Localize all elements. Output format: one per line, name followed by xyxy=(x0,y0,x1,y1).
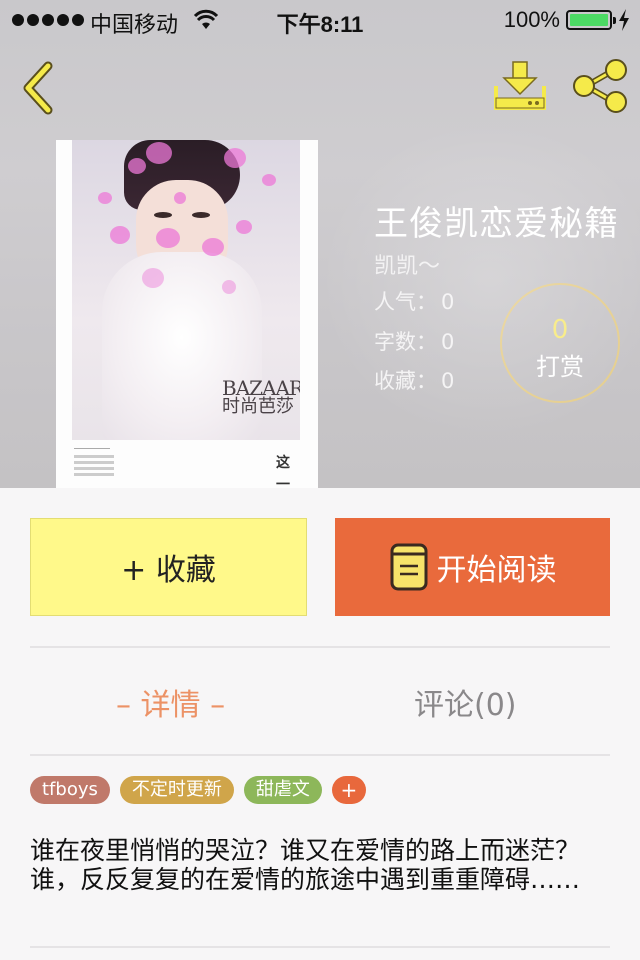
tag-tfboys[interactable]: tfboys xyxy=(30,776,110,804)
share-button[interactable] xyxy=(570,58,630,114)
stat-words-label: 字数： xyxy=(374,330,437,354)
stat-words-value: 0 xyxy=(441,330,455,354)
tag-sweet-angst[interactable]: 甜虐文 xyxy=(243,776,322,804)
cover-fine-print xyxy=(74,448,114,479)
share-icon xyxy=(573,59,627,113)
book-header: 中国移动 下午8:11 100% BAZAAR 时尚芭莎 这一 王俊凯恋爱秘籍 … xyxy=(0,0,640,488)
magazine-logo: BAZAAR 时尚芭莎 xyxy=(222,376,300,417)
charging-icon xyxy=(619,9,629,31)
book-title: 王俊凯恋爱秘籍 xyxy=(374,204,619,244)
chevron-left-icon xyxy=(23,61,53,115)
reward-count: 0 xyxy=(551,315,569,345)
cover-photo: BAZAAR 时尚芭莎 xyxy=(72,140,300,440)
start-reading-button[interactable]: 开始阅读 xyxy=(335,518,610,616)
reward-label: 打赏 xyxy=(536,353,584,381)
stat-word-count: 字数： 0 xyxy=(374,326,454,356)
status-bar: 中国移动 下午8:11 100% xyxy=(0,0,640,40)
stat-favorites-label: 收藏： xyxy=(374,369,437,393)
stat-popularity-value: 0 xyxy=(441,290,455,314)
stat-popularity: 人气： 0 xyxy=(374,286,454,316)
divider xyxy=(30,946,610,948)
book-cover[interactable]: BAZAAR 时尚芭莎 这一刻 xyxy=(56,140,318,488)
tab-details[interactable]: – 详情 – xyxy=(116,680,225,724)
back-button[interactable] xyxy=(18,60,58,116)
divider xyxy=(30,754,610,756)
add-tag-button[interactable]: + xyxy=(331,776,366,804)
tag-irregular-updates[interactable]: 不定时更新 xyxy=(119,776,234,804)
tab-comments[interactable]: 评论(0) xyxy=(414,680,517,724)
collect-button-label: + 收藏 xyxy=(121,553,216,588)
divider xyxy=(30,646,610,648)
book-icon xyxy=(390,543,427,591)
stat-favorites: 收藏： 0 xyxy=(374,365,454,395)
download-button[interactable] xyxy=(492,60,548,112)
battery-percent: 100% xyxy=(503,7,560,32)
stat-popularity-label: 人气： xyxy=(374,290,437,314)
collect-button[interactable]: + 收藏 xyxy=(30,518,307,616)
battery-icon xyxy=(566,10,616,30)
cover-side-text: 这一刻 xyxy=(276,455,290,488)
start-reading-label: 开始阅读 xyxy=(436,553,557,588)
book-description: 谁在夜里悄悄的哭泣？谁又在爱情的路上而迷茫？谁，反反复复的在爱情的旅途中遇到重重… xyxy=(30,836,581,894)
reward-button[interactable]: 0 打赏 xyxy=(500,283,620,403)
tag-list: tfboys 不定时更新 甜虐文 + xyxy=(30,776,366,804)
stat-favorites-value: 0 xyxy=(441,369,455,393)
download-icon xyxy=(494,61,546,110)
book-author[interactable]: 凯凯～ xyxy=(374,248,440,280)
